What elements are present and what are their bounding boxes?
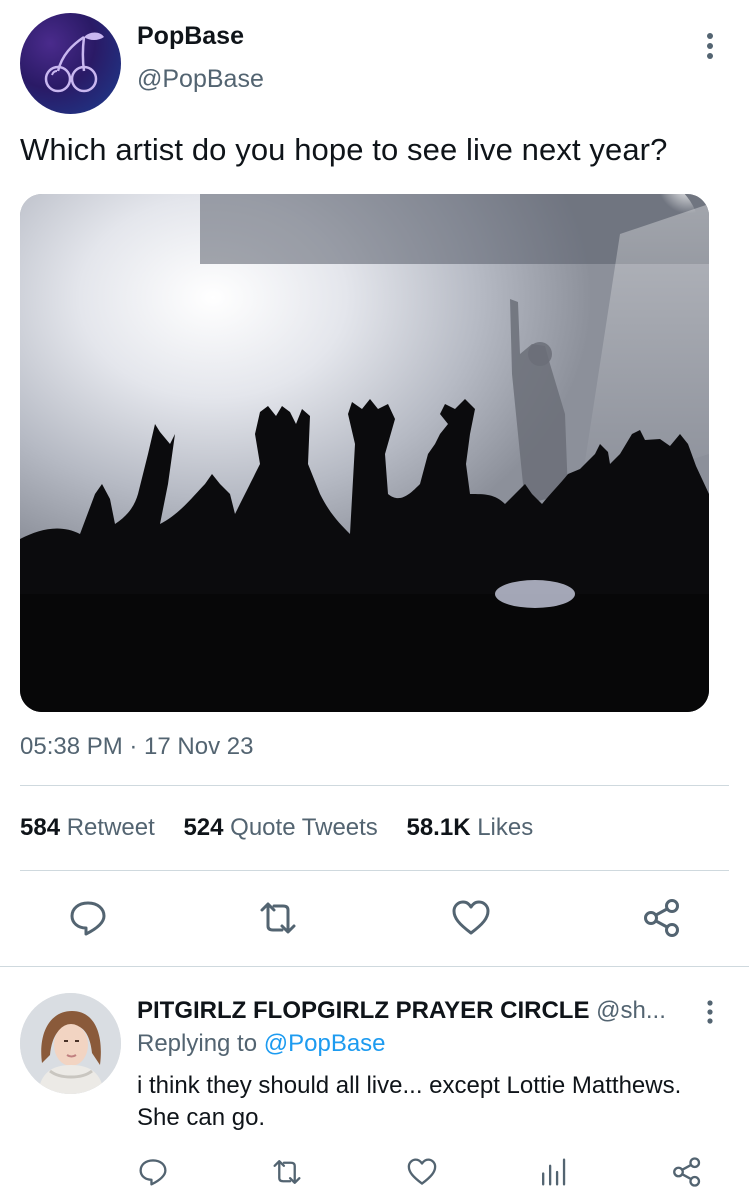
reply-views-button[interactable]: [537, 1155, 571, 1189]
share-icon: [644, 899, 679, 937]
divider: [20, 870, 729, 871]
concert-crowd-image: [20, 194, 709, 712]
likes-label: Likes: [477, 814, 534, 841]
reply-button[interactable]: [66, 896, 110, 940]
reply-icon: [70, 901, 106, 936]
tweet-photo[interactable]: [20, 194, 709, 712]
quotes-label: Quote Tweets: [230, 814, 378, 841]
replying-prefix: Replying to: [137, 1030, 258, 1057]
section-divider: [0, 966, 749, 967]
reply-user-handle: @sh...: [596, 997, 666, 1024]
tweet-text: Which artist do you hope to see live nex…: [20, 132, 668, 167]
more-vertical-icon: [707, 33, 713, 59]
quotes-stat[interactable]: 524 Quote Tweets: [183, 814, 377, 841]
avatar[interactable]: [20, 13, 121, 114]
reply-text: i think they should all live... except L…: [137, 1072, 682, 1131]
reply-share-button[interactable]: [670, 1155, 704, 1189]
likes-count: 58.1K: [406, 814, 471, 841]
divider: [20, 785, 729, 786]
reply-like-button[interactable]: [405, 1155, 439, 1189]
retweets-count: 584: [20, 814, 61, 841]
user-photo-icon: [20, 993, 121, 1094]
retweets-stat[interactable]: 584 Retweet: [20, 814, 155, 841]
more-vertical-icon: [707, 1000, 713, 1024]
share-icon: [673, 1157, 701, 1187]
more-options-button[interactable]: [695, 30, 725, 64]
replying-to-line: Replying to @PopBase: [137, 1030, 386, 1058]
retweets-label: Retweet: [66, 814, 155, 841]
reply-display-name: PITGIRLZ FLOPGIRLZ PRAYER CIRCLE: [137, 997, 590, 1024]
display-name[interactable]: PopBase: [137, 22, 244, 51]
heart-icon: [407, 1158, 437, 1185]
engagement-stats: 584 Retweet 524 Quote Tweets 58.1K Likes: [20, 814, 555, 842]
heart-icon: [452, 900, 490, 935]
retweet-icon: [273, 1160, 301, 1184]
reply-author-line[interactable]: PITGIRLZ FLOPGIRLZ PRAYER CIRCLE @sh...: [137, 997, 690, 1025]
cherry-logo-icon: [44, 32, 104, 93]
user-handle[interactable]: @PopBase: [137, 65, 264, 94]
quotes-count: 524: [183, 814, 224, 841]
analytics-icon: [542, 1158, 566, 1186]
reply-avatar[interactable]: [20, 993, 121, 1094]
replying-to-link[interactable]: @PopBase: [264, 1030, 386, 1057]
like-button[interactable]: [449, 896, 493, 940]
likes-stat[interactable]: 58.1K Likes: [406, 814, 533, 841]
retweet-icon: [260, 902, 296, 934]
share-button[interactable]: [640, 896, 684, 940]
reply-retweet-button[interactable]: [270, 1155, 304, 1189]
reply-more-options-button[interactable]: [697, 998, 723, 1028]
reply-icon: [139, 1159, 167, 1186]
reply-reply-button[interactable]: [136, 1155, 170, 1189]
retweet-button[interactable]: [256, 896, 300, 940]
tweet-timestamp[interactable]: 05:38 PM · 17 Nov 23: [20, 733, 253, 761]
tweet-detail-page: PopBase @PopBase Which artist do you hop…: [0, 0, 749, 1200]
